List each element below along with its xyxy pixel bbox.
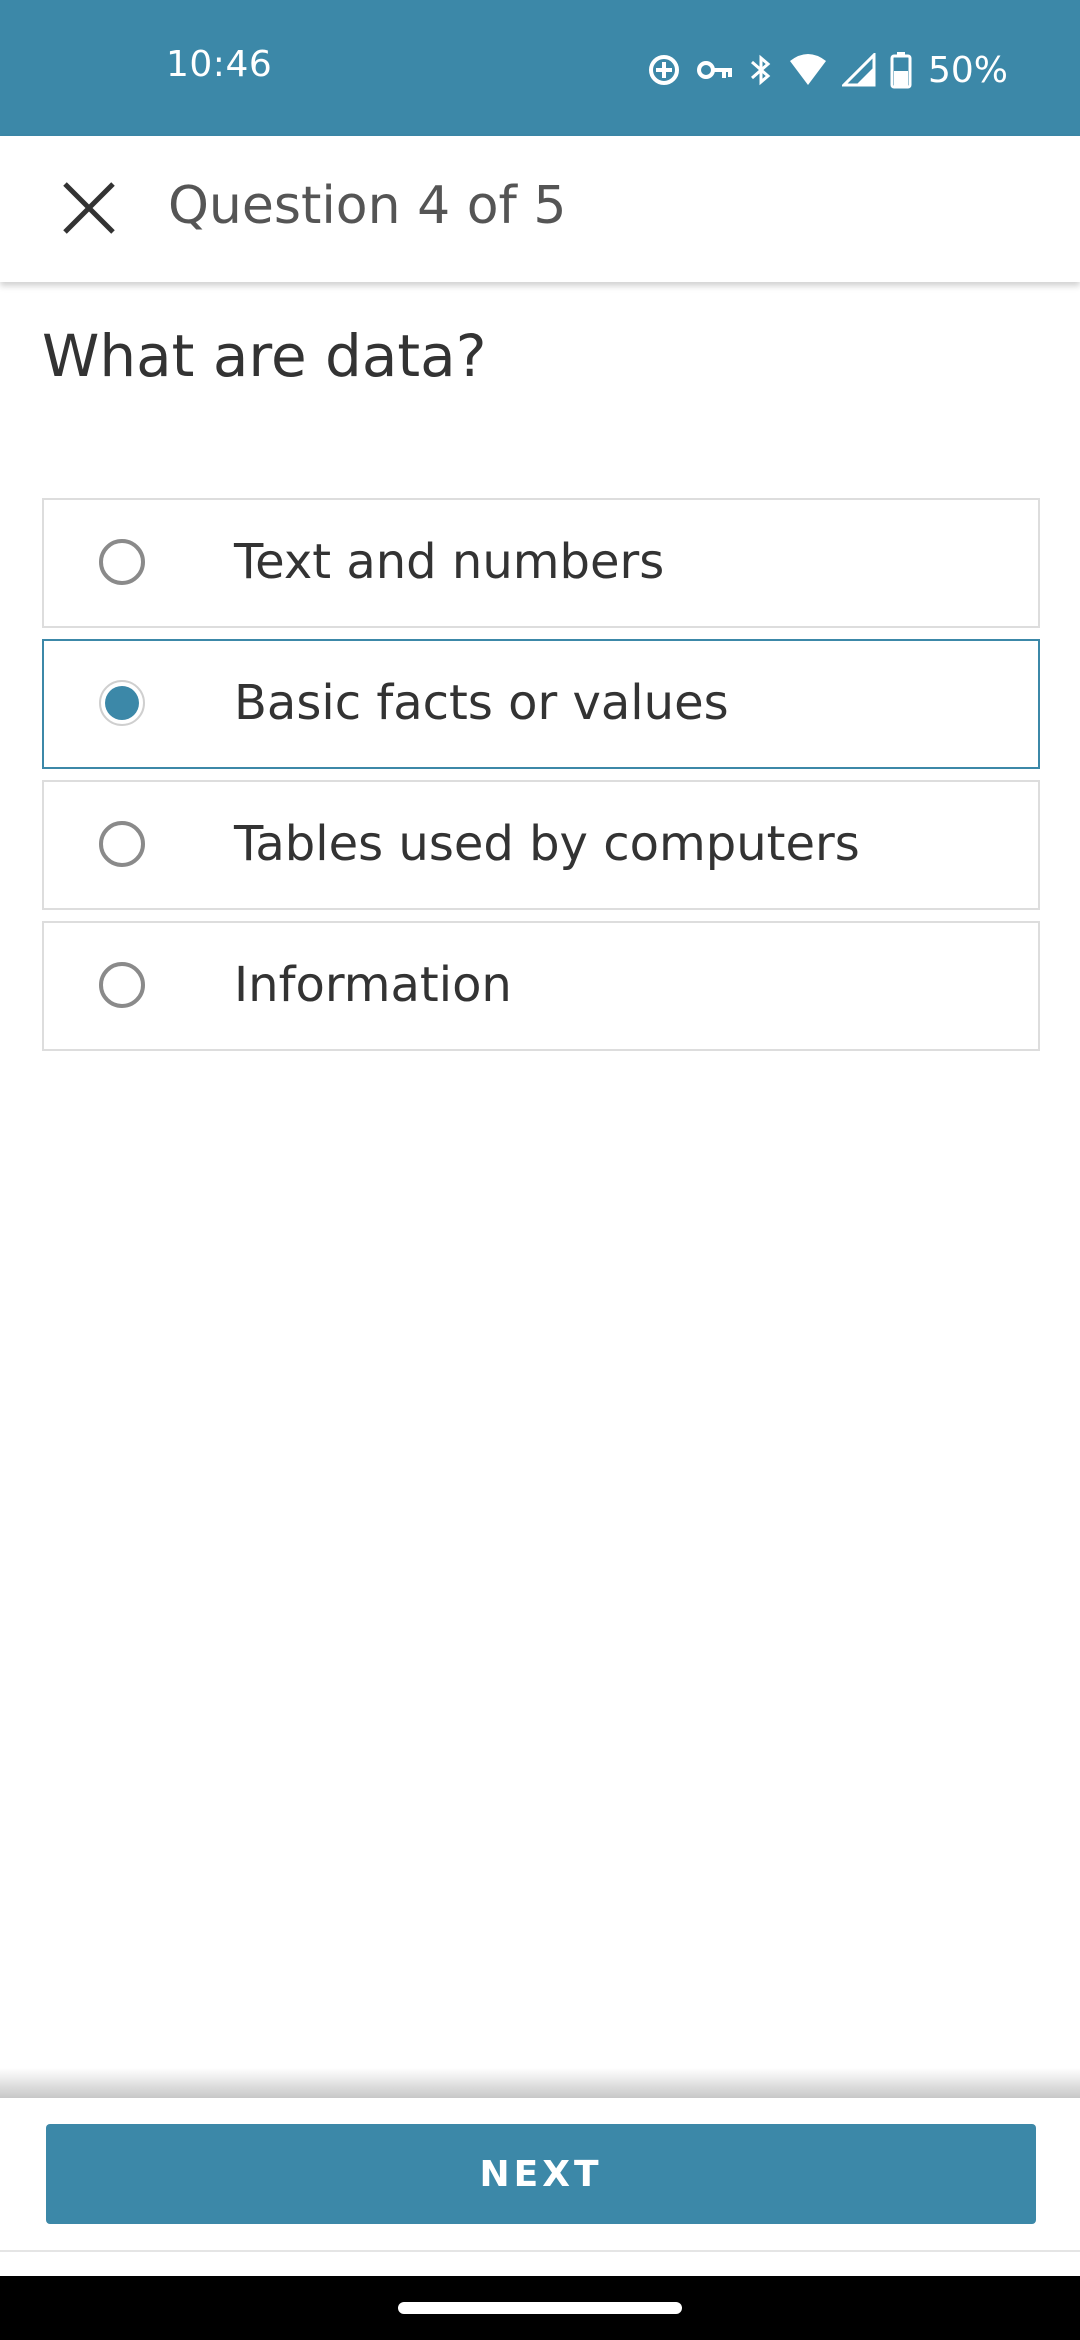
vpn-key-icon [696,52,734,88]
battery-percent: 50% [927,49,1008,91]
home-gesture-handle[interactable] [398,2302,682,2314]
bluetooth-icon [748,52,774,88]
quiz-screen: 10:46 50% Question 4 of 5 What are data?… [0,0,1080,2340]
footer-shadow [0,2068,1080,2098]
question-counter-title: Question 4 of 5 [168,176,567,236]
radio-button[interactable] [99,962,145,1008]
wifi-icon [788,53,828,87]
status-bar: 10:46 50% [0,0,1080,136]
status-icons: 50% [646,48,1008,92]
answer-option-label: Basic facts or values [234,675,729,731]
close-icon [59,178,119,243]
radio-selected-dot [105,686,139,720]
answer-option[interactable]: Text and numbers [42,498,1040,628]
close-button[interactable] [44,168,134,252]
answer-option-selected[interactable]: Basic facts or values [42,639,1040,769]
cell-signal-icon [841,53,876,87]
status-time: 10:46 [166,44,273,85]
radio-button[interactable] [99,539,145,585]
battery-icon [890,51,912,89]
radio-button-selected[interactable] [99,680,145,726]
app-bar: Question 4 of 5 [0,136,1080,282]
next-button[interactable]: NEXT [46,2124,1036,2224]
footer: NEXT [0,2098,1080,2252]
data-saver-icon [646,52,682,88]
answer-option-label: Tables used by computers [234,816,860,872]
navigation-bar [0,2276,1080,2340]
answer-option-label: Information [234,957,512,1013]
radio-button[interactable] [99,821,145,867]
answer-option[interactable]: Tables used by computers [42,780,1040,910]
answer-option[interactable]: Information [42,921,1040,1051]
answer-options: Text and numbers Basic facts or values T… [42,498,1040,1062]
answer-option-label: Text and numbers [234,534,665,590]
question-text: What are data? [42,322,487,390]
